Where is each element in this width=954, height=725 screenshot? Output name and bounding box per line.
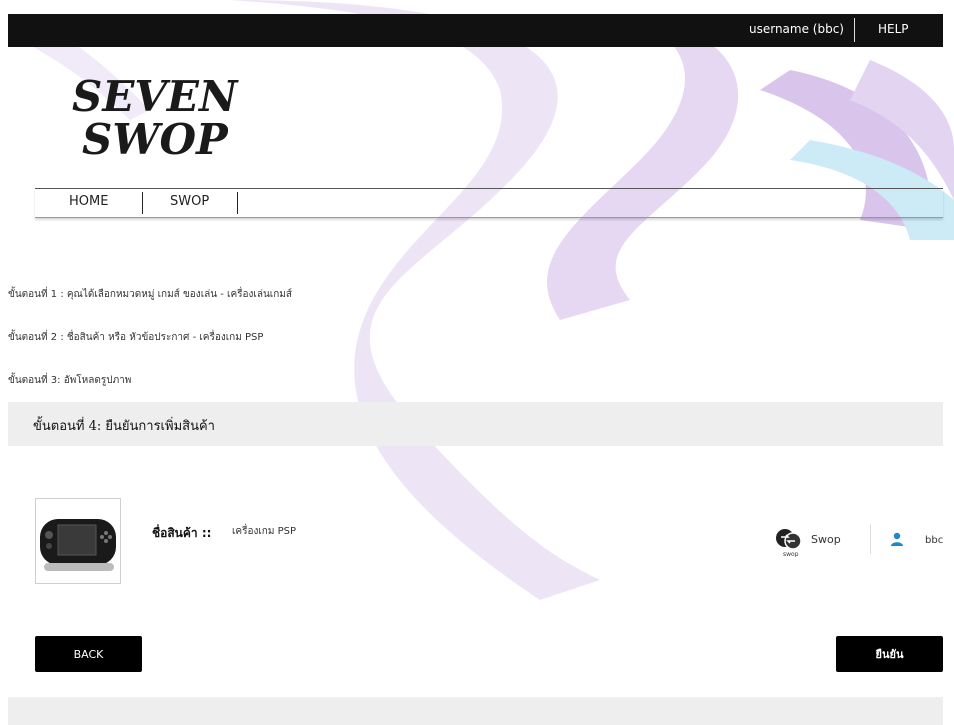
nav-divider — [237, 192, 238, 214]
confirm-button[interactable]: ยืนยัน — [836, 636, 943, 672]
username-link[interactable]: username (bbc) — [749, 22, 844, 36]
top-bar: username (bbc) HELP — [8, 14, 943, 47]
product-thumbnail[interactable] — [35, 498, 121, 584]
nav-divider — [142, 192, 143, 214]
site-logo[interactable]: SEVEN SWOP — [62, 66, 242, 166]
owner-username[interactable]: bbc — [925, 535, 943, 546]
nav-home[interactable]: HOME — [69, 194, 108, 209]
footer-bar — [8, 697, 943, 725]
topbar-divider — [854, 18, 855, 42]
listing-type-label: Swop — [811, 533, 841, 546]
logo-line2: SWOP — [82, 115, 229, 164]
user-icon — [890, 531, 904, 550]
step-3-text: ขั้นตอนที่ 3: อัพโหลดรูปภาพ — [8, 375, 132, 386]
product-name-value: เครื่องเกม PSP — [232, 526, 297, 537]
step-1-text: ขั้นตอนที่ 1 : คุณได้เลือกหมวดหมู่ เกมส์… — [8, 289, 292, 300]
psp-image — [40, 519, 116, 571]
back-button[interactable]: BACK — [35, 636, 142, 672]
logo-line1: SEVEN — [72, 72, 239, 121]
swop-icon-caption: swop — [783, 551, 799, 557]
step-4-title: ขั้นตอนที่ 4: ยืนยันการเพิ่มสินค้า — [33, 419, 215, 434]
swop-icon: swop — [773, 527, 803, 561]
meta-divider — [870, 524, 871, 554]
main-nav: HOME SWOP — [35, 188, 943, 218]
help-link[interactable]: HELP — [878, 22, 909, 36]
logo-graphic: SEVEN SWOP — [72, 72, 239, 164]
product-name-label: ชื่อสินค้า :: — [152, 526, 212, 540]
step-2-text: ขั้นตอนที่ 2 : ชื่อสินค้า หรือ หัวข้อประ… — [8, 332, 264, 343]
step-4-header: ขั้นตอนที่ 4: ยืนยันการเพิ่มสินค้า — [8, 402, 943, 446]
nav-swop[interactable]: SWOP — [170, 194, 209, 209]
